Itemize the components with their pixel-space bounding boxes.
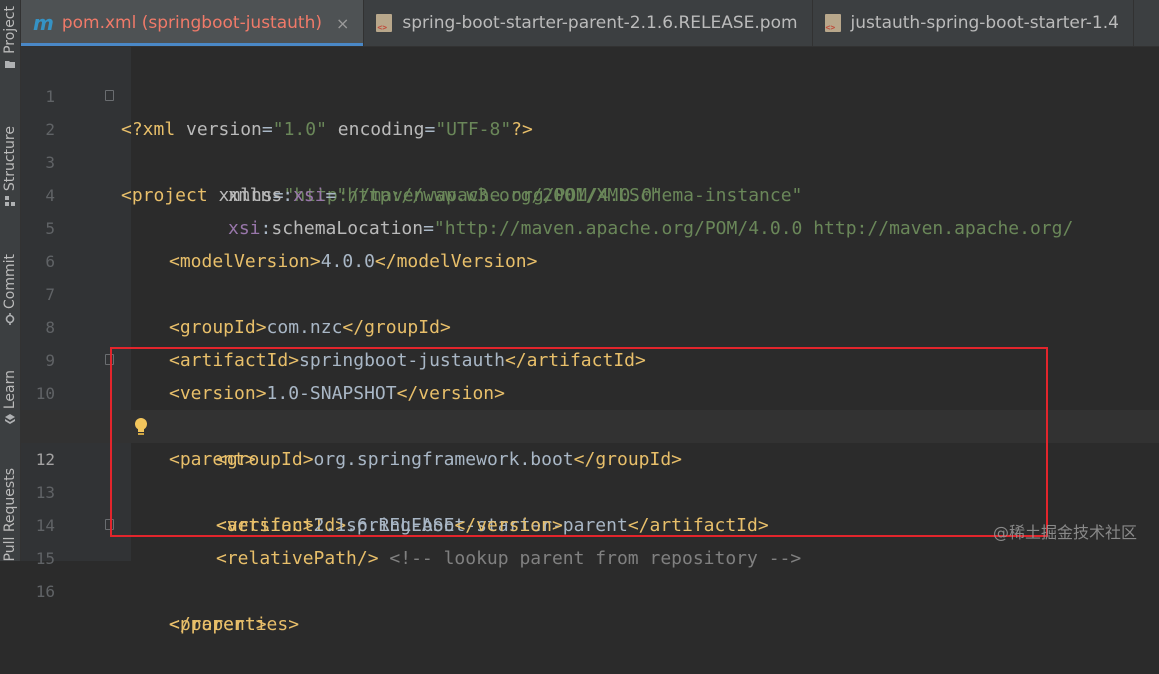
tool-structure[interactable]: Structure: [0, 126, 20, 207]
maven-icon: m: [33, 11, 54, 35]
tool-project[interactable]: Project: [0, 6, 20, 70]
tab-label: justauth-spring-boot-starter-1.4: [850, 13, 1119, 33]
code-line: 13 <version>2.1.6.RELEASE</version>: [21, 443, 1159, 536]
lightbulb-icon[interactable]: [133, 417, 149, 437]
code-line: 4 xsi:schemaLocation="http://maven.apach…: [21, 146, 1159, 239]
line-number: 16: [35, 582, 55, 601]
tool-learn-label: Learn: [2, 370, 18, 410]
tool-commit[interactable]: Commit: [0, 254, 20, 325]
tab-label: spring-boot-starter-parent-2.1.6.RELEASE…: [402, 13, 798, 33]
code-line: 5 <modelVersion>4.0.0</modelVersion>: [21, 179, 1159, 272]
editor-tab-bar: m pom.xml (springboot-justauth) × spring…: [21, 0, 1159, 47]
commit-icon: [5, 313, 15, 325]
tool-pull-requests[interactable]: Pull Requests: [0, 468, 20, 561]
xml-file-icon: [376, 14, 393, 32]
tool-commit-label: Commit: [2, 254, 18, 309]
tool-pull-requests-label: Pull Requests: [2, 468, 18, 562]
tool-learn[interactable]: Learn: [0, 370, 20, 425]
code-line: 6: [21, 212, 1159, 271]
code-line: 10 <parent>: [21, 344, 1159, 470]
code-line-current: 12 <artifactId>spring-boot-starter-paren…: [21, 410, 1159, 536]
code-line: 2 <project xmlns="http://maven.apache.or…: [21, 80, 1159, 206]
xml-file-icon: [824, 14, 841, 32]
watermark: @稀土掘金技术社区: [992, 523, 1137, 542]
folder-icon: [5, 60, 15, 68]
close-icon[interactable]: ×: [336, 14, 349, 33]
structure-icon: [5, 196, 15, 207]
code-line: 15 </parent>: [21, 509, 1159, 635]
code-line: 14 <relativePath/> <!-- lookup parent fr…: [21, 476, 1159, 569]
code-line: 16 <properties>: [21, 542, 1159, 635]
tool-window-strip: Project Structure Commit Learn Pull Requ…: [0, 0, 21, 561]
code-text: <properties>: [169, 614, 300, 635]
tab-spring-boot-starter-parent[interactable]: spring-boot-starter-parent-2.1.6.RELEASE…: [364, 0, 813, 46]
tool-structure-label: Structure: [2, 126, 18, 192]
fold-icon[interactable]: [105, 519, 114, 530]
learn-icon: [5, 414, 15, 425]
tool-project-label: Project: [2, 6, 18, 54]
fold-icon[interactable]: [105, 354, 114, 365]
tab-pom-xml[interactable]: m pom.xml (springboot-justauth) ×: [21, 0, 365, 46]
code-line: 7 <groupId>com.nzc</groupId>: [21, 245, 1159, 338]
code-line: 9 <version>1.0-SNAPSHOT</version>: [21, 311, 1159, 404]
code-line: 3 xmlns:xsi="http://www.w3.org/2001/XMLS…: [21, 113, 1159, 206]
code-editor[interactable]: 1 <?xml version="1.0" encoding="UTF-8"?>…: [21, 47, 1159, 635]
code-line: 11 <groupId>org.springframework.boot</gr…: [21, 377, 1159, 470]
tab-label: pom.xml (springboot-justauth): [61, 13, 322, 33]
fold-icon[interactable]: [105, 90, 114, 101]
tab-justauth-starter[interactable]: justauth-spring-boot-starter-1.4: [813, 0, 1134, 46]
code-line: 1 <?xml version="1.0" encoding="UTF-8"?>: [21, 47, 1159, 140]
code-line: 8 <artifactId>springboot-justauth</artif…: [21, 278, 1159, 371]
